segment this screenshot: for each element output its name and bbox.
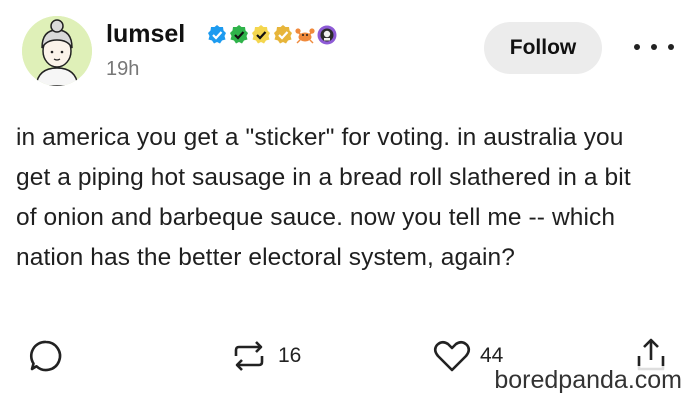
follow-button[interactable]: Follow: [484, 22, 602, 74]
avatar-illustration: [22, 16, 92, 86]
reply-button[interactable]: [28, 338, 64, 374]
heart-icon: [433, 340, 471, 372]
more-dot-icon: [634, 44, 640, 50]
username[interactable]: lumsel: [106, 20, 185, 49]
more-dot-icon: [668, 44, 674, 50]
badge-row: [206, 24, 338, 46]
post-header: lumsel 19h Follow: [22, 12, 682, 92]
verified-badge-blue-icon[interactable]: [206, 24, 228, 46]
like-count: 44: [480, 344, 504, 367]
verified-badge-gold-icon[interactable]: [272, 24, 294, 46]
post-body: in america you get a "sticker" for votin…: [16, 118, 686, 278]
more-options-button[interactable]: [634, 38, 674, 56]
purple-creature-badge-icon[interactable]: [316, 24, 338, 46]
post-timestamp: 19h: [106, 58, 140, 80]
reblog-button[interactable]: 16: [228, 338, 301, 374]
reblog-icon: [234, 341, 264, 371]
watermark: boredpanda.com: [492, 366, 684, 395]
verified-badge-yellow-icon[interactable]: [250, 24, 272, 46]
crab-badge-icon[interactable]: [294, 24, 316, 46]
post-text-line: of onion and barbeque sauce. now you tel…: [16, 204, 616, 231]
more-dot-icon: [651, 44, 657, 50]
avatar[interactable]: [22, 16, 92, 86]
post-text-line: get a piping hot sausage in a bread roll…: [16, 164, 631, 191]
verified-badge-green-icon[interactable]: [228, 24, 250, 46]
post-text-line: nation has the better electoral system, …: [16, 244, 515, 271]
comment-bubble-icon: [29, 340, 62, 372]
reblog-count: 16: [278, 344, 302, 367]
post-text-line: in america you get a "sticker" for votin…: [16, 124, 624, 151]
